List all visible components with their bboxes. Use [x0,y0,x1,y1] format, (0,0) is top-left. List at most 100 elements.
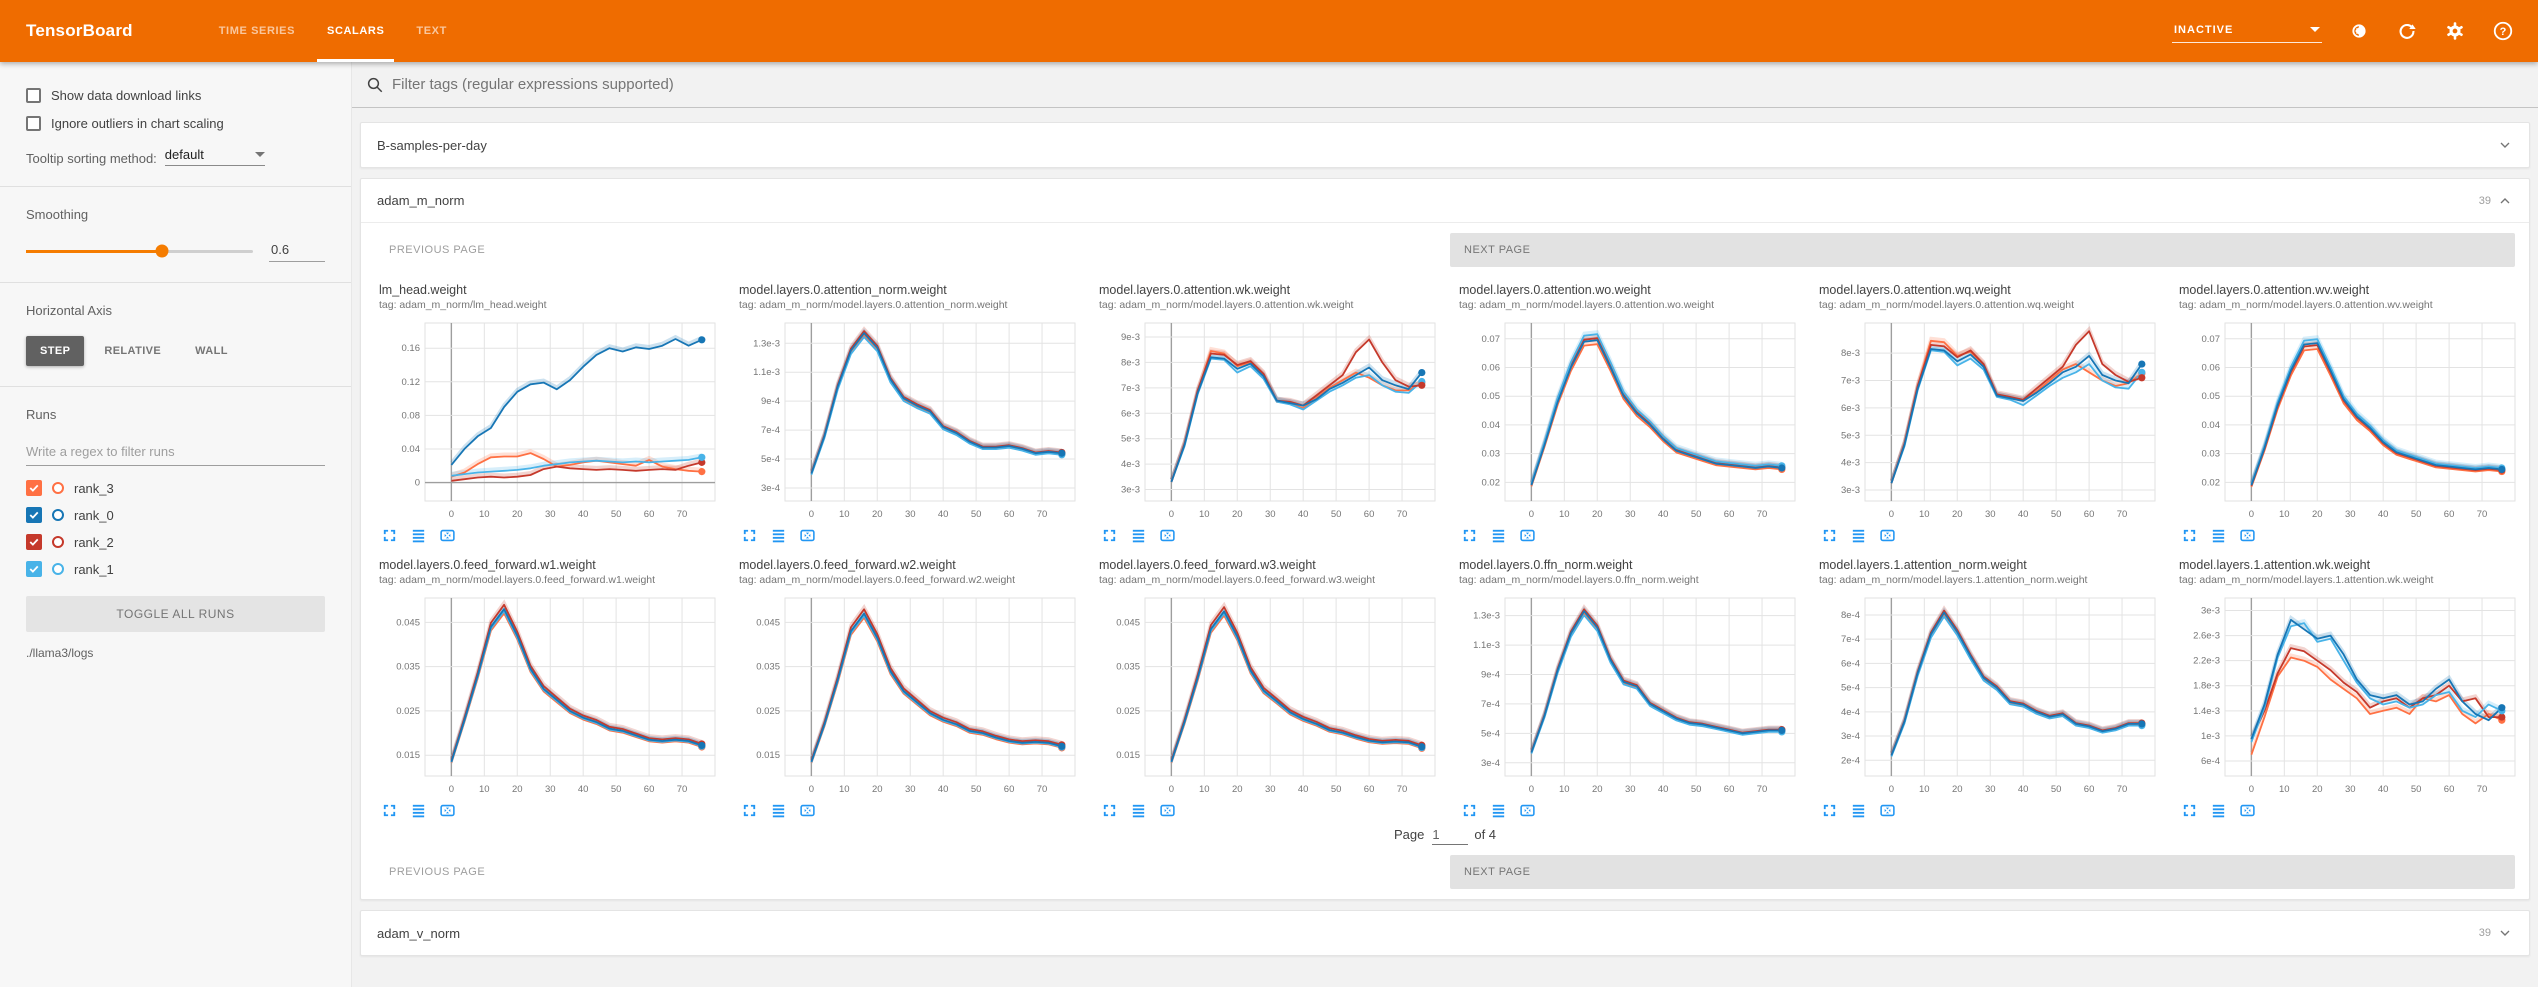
svg-text:40: 40 [1658,509,1669,520]
runs-selector-icon[interactable] [1490,527,1507,544]
runs-selector-icon[interactable] [2210,527,2227,544]
run-checkbox-icon[interactable] [26,561,42,577]
svg-text:0.07: 0.07 [1482,334,1501,345]
chart-plot[interactable]: 0102030405060700.0150.0250.0350.045 [1099,590,1443,800]
runs-selector-icon[interactable] [2210,802,2227,819]
chart-plot[interactable]: 0102030405060703e-34e-35e-36e-37e-38e-3 [1819,315,2163,525]
expand-chart-icon[interactable] [1101,802,1118,819]
section-header[interactable]: B-samples-per-day [361,123,2529,167]
fit-domain-icon[interactable] [439,527,456,544]
settings-icon[interactable] [2444,20,2466,42]
svg-text:10: 10 [1199,784,1210,795]
slider-thumb[interactable] [156,245,169,258]
run-color-circle-icon[interactable] [52,563,64,575]
expand-chart-icon[interactable] [1821,527,1838,544]
chart-plot[interactable]: 0102030405060703e-45e-47e-49e-41.1e-31.3… [739,315,1083,525]
runs-selector-icon[interactable] [1130,527,1147,544]
runs-selector-icon[interactable] [410,802,427,819]
fit-domain-icon[interactable] [799,527,816,544]
chart-plot[interactable]: 0102030405060700.0150.0250.0350.045 [739,590,1083,800]
previous-page-button[interactable]: PREVIOUS PAGE [375,233,1440,267]
checkbox-icon[interactable] [26,116,41,131]
page-number-input[interactable] [1432,827,1468,845]
reload-status-select[interactable]: INACTIVE [2172,20,2322,43]
runs-selector-icon[interactable] [410,527,427,544]
tab-text[interactable]: TEXT [400,0,463,62]
contrast-icon[interactable] [2348,20,2370,42]
expand-chart-icon[interactable] [381,527,398,544]
runs-selector-icon[interactable] [770,527,787,544]
next-page-button[interactable]: NEXT PAGE [1450,855,2515,889]
tab-time-series[interactable]: TIME SERIES [203,0,311,62]
run-color-circle-icon[interactable] [52,536,64,548]
tooltip-sorting-select[interactable]: default [165,147,265,166]
chart-plot[interactable]: 0102030405060700.020.030.040.050.060.07 [2179,315,2523,525]
expand-chart-icon[interactable] [741,802,758,819]
runs-selector-icon[interactable] [1490,802,1507,819]
axis-step-button[interactable]: STEP [26,336,84,366]
chevron-up-icon[interactable] [2497,193,2513,209]
refresh-icon[interactable] [2396,20,2418,42]
expand-chart-icon[interactable] [1101,527,1118,544]
section-header[interactable]: adam_v_norm 39 [361,911,2529,955]
section-header[interactable]: adam_m_norm 39 [361,179,2529,223]
svg-text:0: 0 [1889,784,1894,795]
chart-plot[interactable]: 0102030405060703e-34e-35e-36e-37e-38e-39… [1099,315,1443,525]
chart-plot[interactable]: 0102030405060700.020.030.040.050.060.07 [1459,315,1803,525]
help-icon[interactable]: ? [2492,20,2514,42]
run-item-rank_0[interactable]: rank_0 [26,507,325,523]
smoothing-slider[interactable] [26,250,253,253]
chart-plot[interactable]: 0102030405060703e-45e-47e-49e-41.1e-31.3… [1459,590,1803,800]
chevron-down-icon[interactable] [2497,137,2513,153]
chart-plot[interactable]: 0102030405060702e-43e-44e-45e-46e-47e-48… [1819,590,2163,800]
runs-filter-input[interactable] [26,440,325,466]
chart-plot[interactable]: 0102030405060700.0150.0250.0350.045 [379,590,723,800]
fit-domain-icon[interactable] [799,802,816,819]
axis-relative-button[interactable]: RELATIVE [90,336,175,366]
expand-chart-icon[interactable] [2181,527,2198,544]
expand-chart-icon[interactable] [2181,802,2198,819]
run-checkbox-icon[interactable] [26,480,42,496]
runs-selector-icon[interactable] [1130,802,1147,819]
expand-chart-icon[interactable] [1461,802,1478,819]
ignore-outliers-checkbox[interactable]: Ignore outliers in chart scaling [26,116,325,131]
run-item-rank_2[interactable]: rank_2 [26,534,325,550]
run-checkbox-icon[interactable] [26,507,42,523]
expand-chart-icon[interactable] [741,527,758,544]
run-color-circle-icon[interactable] [52,509,64,521]
chevron-down-icon[interactable] [2497,925,2513,941]
axis-wall-button[interactable]: WALL [181,336,242,366]
svg-text:0: 0 [1889,509,1894,520]
show-download-links-checkbox[interactable]: Show data download links [26,88,325,103]
chart-plot[interactable]: 0102030405060706e-41e-31.4e-31.8e-32.2e-… [2179,590,2523,800]
fit-domain-icon[interactable] [1519,802,1536,819]
fit-domain-icon[interactable] [2239,802,2256,819]
run-color-circle-icon[interactable] [52,482,64,494]
run-checkbox-icon[interactable] [26,534,42,550]
tab-scalars[interactable]: SCALARS [311,0,400,62]
expand-chart-icon[interactable] [1461,527,1478,544]
run-item-rank_1[interactable]: rank_1 [26,561,325,577]
run-item-rank_3[interactable]: rank_3 [26,480,325,496]
fit-domain-icon[interactable] [1519,527,1536,544]
smoothing-value-input[interactable]: 0.6 [269,240,325,262]
toggle-all-runs-button[interactable]: TOGGLE ALL RUNS [26,596,325,632]
expand-chart-icon[interactable] [1821,802,1838,819]
checkbox-icon[interactable] [26,88,41,103]
fit-domain-icon[interactable] [2239,527,2256,544]
fit-domain-icon[interactable] [1159,802,1176,819]
svg-text:20: 20 [512,784,523,795]
fit-domain-icon[interactable] [1879,802,1896,819]
chart-plot[interactable]: 01020304050607000.040.080.120.16 [379,315,723,525]
runs-selector-icon[interactable] [770,802,787,819]
tag-filter-input[interactable] [392,76,2524,93]
fit-domain-icon[interactable] [1159,527,1176,544]
previous-page-button[interactable]: PREVIOUS PAGE [375,855,1440,889]
runs-selector-icon[interactable] [1850,802,1867,819]
expand-chart-icon[interactable] [381,802,398,819]
svg-text:8e-4: 8e-4 [1841,610,1860,621]
runs-selector-icon[interactable] [1850,527,1867,544]
fit-domain-icon[interactable] [1879,527,1896,544]
fit-domain-icon[interactable] [439,802,456,819]
next-page-button[interactable]: NEXT PAGE [1450,233,2515,267]
